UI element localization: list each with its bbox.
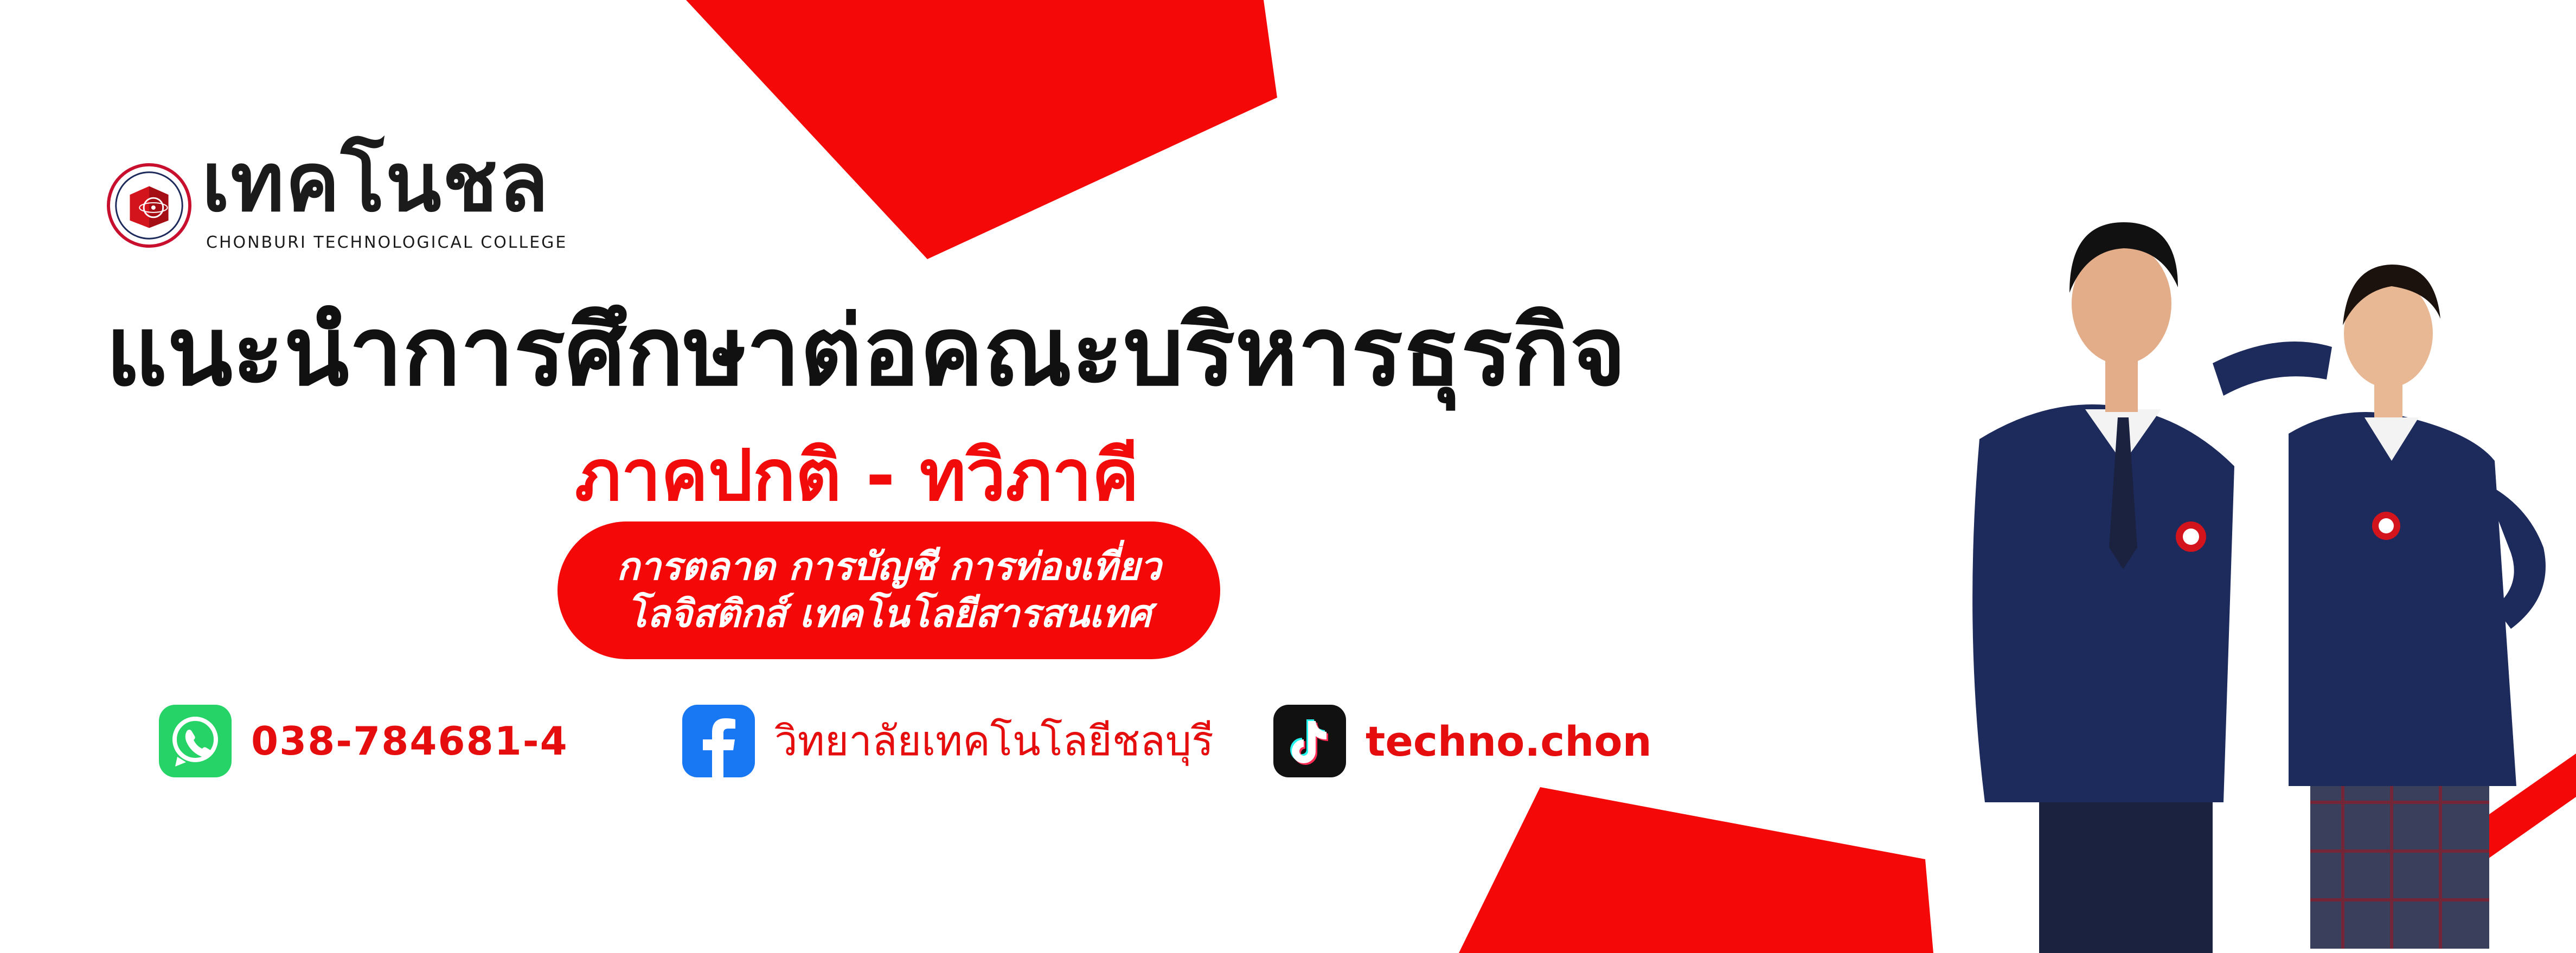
facebook-contact[interactable]: วิทยาลัยเทคโนโลยีชลบุรี <box>682 705 1214 777</box>
whatsapp-icon <box>159 705 232 777</box>
phone-contact[interactable]: 038-784681-4 <box>159 705 568 777</box>
bottom-red-shape <box>1459 787 1933 953</box>
phone-number: 038-784681-4 <box>251 718 568 764</box>
program-type-subtitle: ภาคปกติ - ทวิภาคี <box>575 434 1139 517</box>
page-title: แนะนำการศึกษาต่อคณะบริหารธุรกิจ <box>106 296 1626 407</box>
majors-badge: การตลาด การบัญชี การท่องเที่ยว โลจิสติกส… <box>558 521 1220 659</box>
majors-line-2: โลจิสติกส์ เทคโนโลยีสารสนเทศ <box>626 591 1151 636</box>
top-red-shape <box>686 0 1277 259</box>
students-photo <box>1972 222 2546 953</box>
tiktok-contact[interactable]: techno.chon <box>1273 705 1652 777</box>
college-emblem-icon <box>106 163 192 248</box>
facebook-page-name: วิทยาลัยเทคโนโลยีชลบุรี <box>774 717 1214 765</box>
tiktok-icon <box>1273 705 1346 777</box>
majors-line-1: การตลาด การบัญชี การท่องเที่ยว <box>616 544 1162 589</box>
male-student <box>1972 222 2332 953</box>
facebook-icon <box>682 705 755 777</box>
logo-subtitle: CHONBURI TECHNOLOGICAL COLLEGE <box>206 233 568 252</box>
tiktok-handle: techno.chon <box>1366 717 1652 765</box>
logo-wordmark: เทคโนชล <box>202 136 550 230</box>
